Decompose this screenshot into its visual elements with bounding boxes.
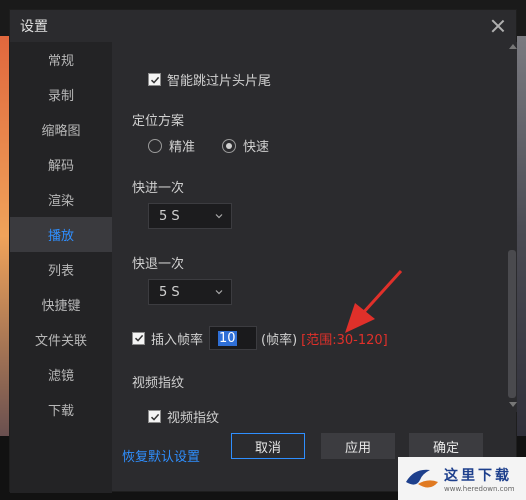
watermark: 这里下载 www.heredown.com bbox=[398, 457, 526, 500]
rewind-select[interactable]: 5 S bbox=[148, 279, 232, 305]
playback-settings-panel: 智能跳过片头片尾 定位方案 精准 快速 快进一次 5 S 快退一次 5 S 插入… bbox=[112, 42, 518, 493]
sidebar-item-list[interactable]: 列表 bbox=[10, 252, 112, 287]
watermark-title: 这里下载 bbox=[444, 467, 512, 484]
radio-fast[interactable] bbox=[222, 138, 236, 153]
radio-precise-row[interactable]: 精准 bbox=[148, 136, 195, 155]
fingerprint-row[interactable]: 视频指纹 bbox=[148, 407, 219, 426]
restore-defaults-link[interactable]: 恢复默认设置 bbox=[122, 446, 200, 465]
position-scheme-heading: 定位方案 bbox=[132, 114, 185, 129]
fast-forward-heading: 快进一次 bbox=[132, 181, 185, 196]
sidebar-item-general[interactable]: 常规 bbox=[10, 42, 112, 77]
scroll-down-icon[interactable] bbox=[509, 402, 517, 407]
cancel-button[interactable]: 取消 bbox=[231, 433, 305, 459]
chevron-down-icon bbox=[215, 290, 223, 295]
radio-fast-row[interactable]: 快速 bbox=[222, 136, 269, 155]
skip-intro-label: 智能跳过片头片尾 bbox=[167, 74, 272, 89]
watermark-url: www.heredown.com bbox=[444, 484, 515, 493]
fast-forward-select[interactable]: 5 S bbox=[148, 203, 232, 229]
radio-precise-label: 精准 bbox=[169, 140, 196, 155]
sidebar-item-render[interactable]: 渲染 bbox=[10, 182, 112, 217]
content-scrollbar[interactable] bbox=[507, 42, 517, 412]
interpolate-label: 插入帧率 bbox=[151, 332, 204, 348]
watermark-logo-icon bbox=[406, 469, 438, 488]
fps-input[interactable]: 10 bbox=[209, 326, 258, 350]
sidebar-item-shortcuts[interactable]: 快捷键 bbox=[10, 287, 112, 322]
interpolate-row: 插入帧率 10 (帧率) [范围:30-120] bbox=[132, 326, 388, 350]
sidebar-item-thumbnail[interactable]: 缩略图 bbox=[10, 112, 112, 147]
title-bar: 设置 bbox=[10, 10, 516, 42]
sidebar-item-file-association[interactable]: 文件关联 bbox=[10, 322, 112, 357]
fingerprint-heading: 视频指纹 bbox=[132, 376, 185, 391]
sidebar-item-record[interactable]: 录制 bbox=[10, 77, 112, 112]
scroll-thumb[interactable] bbox=[508, 250, 516, 398]
check-icon bbox=[150, 76, 159, 84]
rewind-heading: 快退一次 bbox=[132, 257, 185, 272]
fps-unit: (帧率) bbox=[261, 332, 298, 348]
sidebar-item-filter[interactable]: 滤镜 bbox=[10, 357, 112, 392]
radio-precise[interactable] bbox=[148, 138, 162, 153]
sidebar-item-decode[interactable]: 解码 bbox=[10, 147, 112, 182]
sidebar-item-playback[interactable]: 播放 bbox=[10, 217, 112, 252]
fps-range-hint: [范围:30-120] bbox=[301, 332, 388, 348]
chevron-down-icon bbox=[215, 214, 223, 219]
fingerprint-label: 视频指纹 bbox=[167, 411, 220, 426]
interpolate-checkbox[interactable] bbox=[132, 331, 145, 345]
dialog-title: 设置 bbox=[20, 19, 48, 35]
ok-button[interactable]: 确定 bbox=[409, 433, 483, 459]
sidebar-item-download[interactable]: 下载 bbox=[10, 392, 112, 427]
settings-dialog: 设置 常规 录制 缩略图 解码 渲染 播放 列表 快捷键 文件关联 滤镜 下载 … bbox=[9, 9, 518, 493]
check-icon bbox=[150, 413, 159, 421]
check-icon bbox=[134, 334, 143, 342]
radio-fast-label: 快速 bbox=[243, 140, 270, 155]
skip-intro-row[interactable]: 智能跳过片头片尾 bbox=[148, 70, 271, 89]
skip-intro-checkbox[interactable] bbox=[148, 73, 161, 86]
settings-sidebar: 常规 录制 缩略图 解码 渲染 播放 列表 快捷键 文件关联 滤镜 下载 bbox=[10, 42, 112, 493]
scroll-up-icon[interactable] bbox=[509, 44, 517, 49]
close-icon[interactable] bbox=[490, 18, 506, 34]
fingerprint-checkbox[interactable] bbox=[148, 410, 161, 423]
apply-button[interactable]: 应用 bbox=[321, 433, 395, 459]
